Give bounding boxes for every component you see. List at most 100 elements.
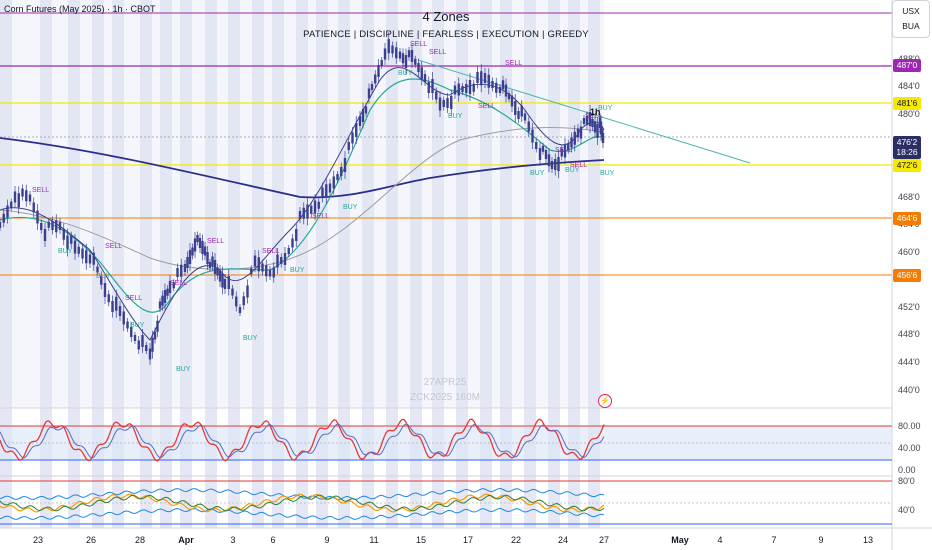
- candle-body: [491, 81, 494, 88]
- candle-body: [257, 257, 260, 272]
- candle-body: [227, 276, 230, 289]
- candle-body: [166, 288, 169, 296]
- buy-signal: BUY: [243, 335, 258, 342]
- osc-tick-label: 40'0: [898, 505, 915, 515]
- stoch-tick-label: 40.00: [898, 443, 921, 453]
- time-tick-label: Apr: [178, 535, 194, 545]
- price-chart[interactable]: SELLBUYSELLBUYBUYSELLSELLBUYSELLBUYSELLB…: [0, 0, 932, 550]
- candle-body: [73, 240, 77, 254]
- candle-body: [472, 83, 475, 92]
- currency-label[interactable]: USX: [893, 4, 929, 19]
- candle-body: [133, 335, 137, 341]
- candle-body: [96, 266, 99, 273]
- candle-body: [523, 113, 527, 121]
- candle-body: [380, 60, 383, 66]
- candle-body: [51, 221, 54, 230]
- candle-body: [92, 252, 95, 265]
- time-tick-label: 7: [771, 535, 776, 545]
- candle-body: [450, 96, 453, 109]
- price-tick-label: 440'0: [898, 385, 920, 395]
- candle-body: [347, 142, 350, 150]
- time-tick-label: 3: [230, 535, 235, 545]
- time-tick-label: 26: [86, 535, 96, 545]
- candle-body: [6, 205, 9, 218]
- candle-body: [235, 296, 238, 307]
- candle-body: [325, 184, 328, 198]
- candle-body: [43, 229, 47, 241]
- stoch-tick-label: 80.00: [898, 421, 921, 431]
- unit-label[interactable]: BUA: [893, 19, 929, 34]
- buy-signal: BUY: [130, 322, 145, 329]
- candle-body: [498, 87, 502, 93]
- candle-body: [517, 111, 520, 119]
- candle-body: [495, 82, 498, 93]
- price-tag: 472'6: [893, 159, 921, 172]
- candle-body: [321, 187, 324, 198]
- candle-body: [180, 264, 183, 277]
- candle-body: [188, 250, 192, 264]
- candle-body: [417, 63, 420, 72]
- candle-body: [404, 55, 408, 68]
- watermark-line-1: 27APR25: [423, 377, 467, 388]
- candle-body: [161, 295, 164, 306]
- candle-body: [261, 263, 264, 272]
- buy-signal: BUY: [176, 366, 191, 373]
- candle-body: [221, 273, 224, 288]
- buy-signal: BUY: [343, 204, 358, 211]
- candle-body: [550, 161, 554, 169]
- buy-signal: BUY: [58, 248, 73, 255]
- price-tick-label: 452'0: [898, 302, 920, 312]
- currency-unit-selector[interactable]: USX BUA: [892, 0, 930, 38]
- candle-body: [544, 150, 548, 159]
- candle-body: [374, 74, 377, 84]
- candle-body: [541, 145, 545, 152]
- candle-body: [313, 200, 317, 214]
- sell-signal: SELL: [32, 187, 49, 194]
- buy-signal: BUY: [448, 113, 463, 120]
- price-tick-label: 484'0: [898, 81, 920, 91]
- candle-body: [391, 45, 394, 54]
- price-tick-label: 444'0: [898, 357, 920, 367]
- candle-body: [570, 137, 573, 148]
- time-tick-label: 4: [717, 535, 722, 545]
- candle-body: [298, 211, 302, 219]
- candle-body: [557, 157, 560, 171]
- candle-body: [465, 84, 468, 93]
- candle-body: [531, 129, 534, 143]
- study-subtitle: PATIENCE | DISCIPLINE | FEARLESS | EXECU…: [303, 29, 589, 40]
- time-tick-label: 9: [818, 535, 823, 545]
- candle-body: [156, 320, 159, 332]
- osc-tick-label: 80'0: [898, 476, 915, 486]
- time-axis: 23 26 28 Apr 3 6 9 11 15 17 22 24 27 May 4 7 9 13: [33, 535, 873, 545]
- lightning-icon[interactable]: ⚡: [598, 394, 612, 408]
- candle-body: [431, 79, 434, 93]
- candle-body: [115, 296, 118, 311]
- sell-signal: SELL: [125, 295, 142, 302]
- sell-signal: SELL: [505, 60, 522, 67]
- candle-body: [407, 50, 411, 58]
- price-tag: 18:26: [893, 146, 921, 159]
- candle-body: [206, 252, 209, 264]
- candle-body: [122, 311, 125, 325]
- candle-body: [343, 158, 347, 172]
- sell-signal: SELL: [478, 103, 495, 110]
- candle-body: [141, 335, 144, 347]
- candle-body: [17, 193, 20, 208]
- candle-body: [55, 220, 58, 233]
- candle-body: [446, 98, 449, 108]
- candle-body: [410, 50, 414, 62]
- candle-body: [332, 176, 335, 189]
- candle-body: [196, 235, 199, 242]
- candle-body: [137, 340, 140, 350]
- study-title: 4 Zones: [422, 9, 470, 24]
- candle-body: [468, 80, 472, 94]
- candle-body: [186, 257, 189, 268]
- buy-signal: BUY: [600, 170, 615, 177]
- candle-body: [361, 109, 365, 122]
- candle-body: [148, 348, 152, 360]
- candle-body: [126, 321, 129, 329]
- candle-body: [242, 296, 245, 306]
- candle-body: [387, 39, 390, 54]
- candle-body: [328, 183, 332, 193]
- candle-body: [58, 222, 62, 230]
